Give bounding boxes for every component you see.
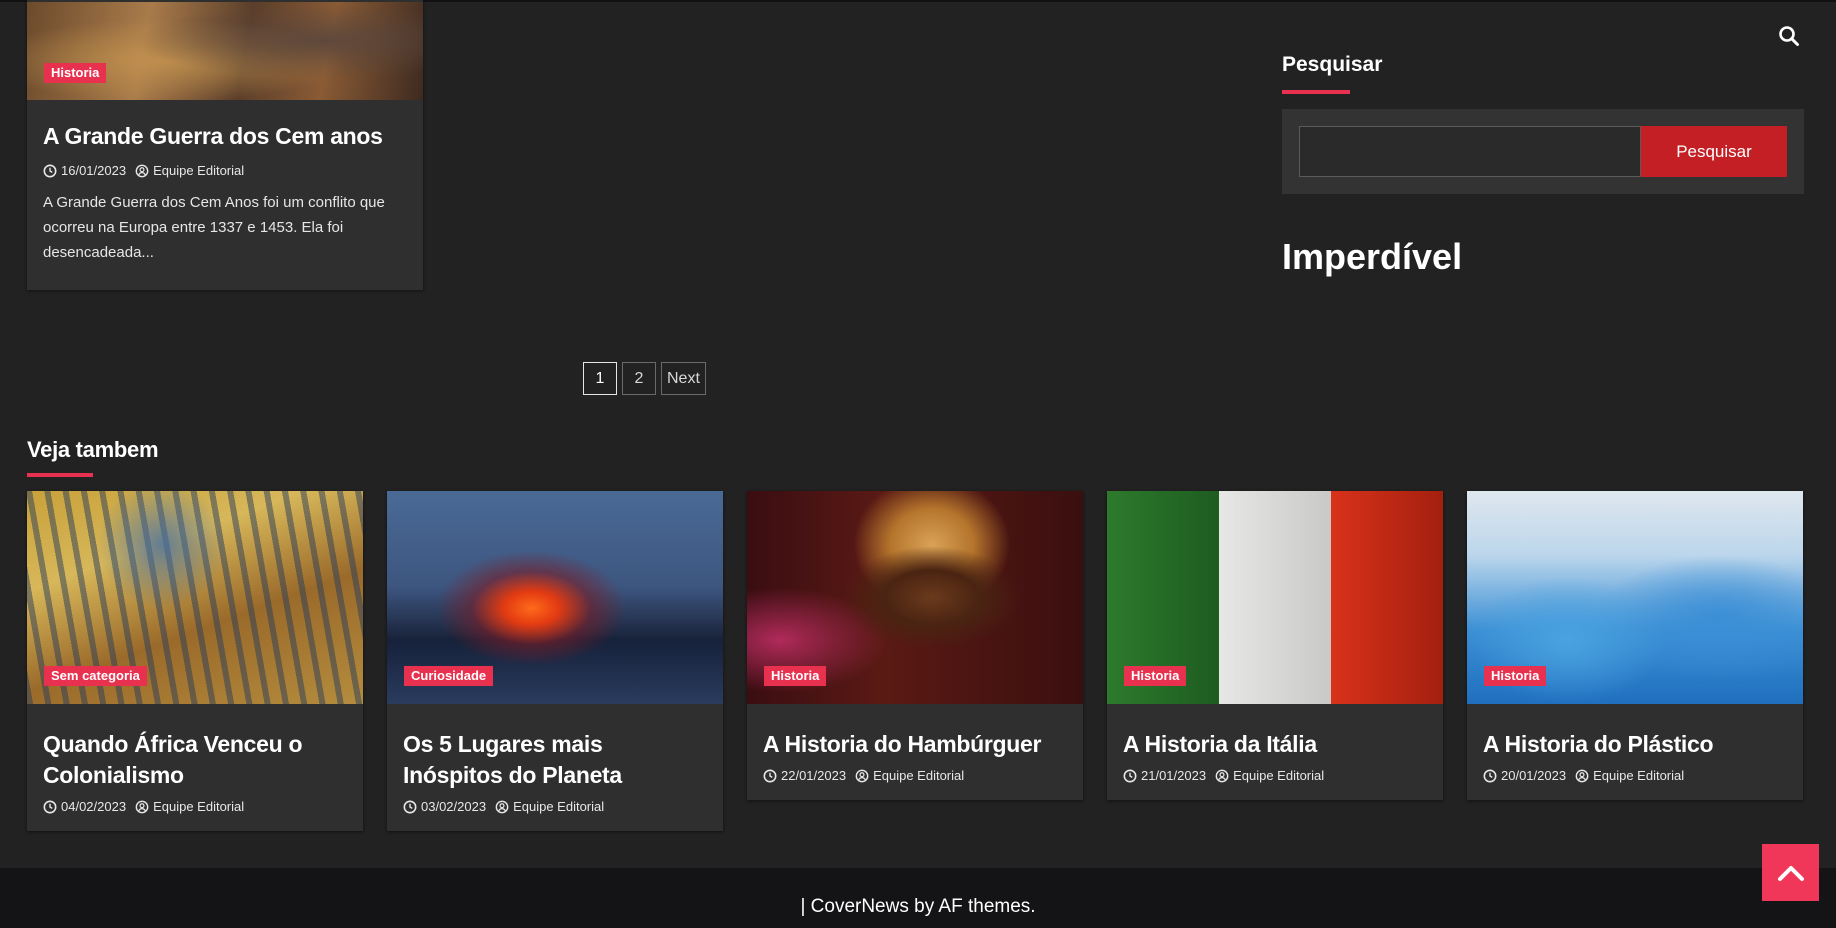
category-badge[interactable]: Historia xyxy=(44,63,107,83)
card-image[interactable]: Curiosidade xyxy=(387,491,723,704)
related-section-title: Veja tambem xyxy=(27,437,159,462)
page-2-link[interactable]: 2 xyxy=(622,362,656,395)
category-badge[interactable]: Historia xyxy=(1484,666,1547,686)
clock-icon xyxy=(43,800,57,814)
card-meta: 22/01/2023 Equipe Editorial xyxy=(747,760,1083,800)
card-image[interactable]: Sem categoria xyxy=(27,491,363,704)
site-footer: | CoverNews by AF themes. xyxy=(0,868,1836,928)
footer-credit[interactable]: | CoverNews by AF themes. xyxy=(0,896,1836,918)
card-date: 04/02/2023 xyxy=(61,799,127,814)
card-date: 20/01/2023 xyxy=(1501,768,1567,783)
clock-icon xyxy=(763,769,777,783)
card-title[interactable]: Os 5 Lugares mais Inóspitos do Planeta xyxy=(387,704,723,791)
page-1-link[interactable]: 1 xyxy=(583,362,617,395)
title-underline xyxy=(27,473,93,477)
imperdivel-heading: Imperdível xyxy=(1282,236,1463,277)
clock-icon xyxy=(43,164,57,178)
card-author[interactable]: Equipe Editorial xyxy=(1233,768,1324,783)
user-icon xyxy=(495,800,509,814)
clock-icon xyxy=(1483,769,1497,783)
related-card[interactable]: Historia A Historia da Itália 21/01/2023… xyxy=(1107,491,1443,800)
user-icon xyxy=(135,800,149,814)
user-icon xyxy=(1575,769,1589,783)
card-title[interactable]: A Historia da Itália xyxy=(1107,704,1443,760)
related-card[interactable]: Sem categoria Quando África Venceu o Col… xyxy=(27,491,363,831)
related-card[interactable]: Historia A Historia do Plástico 20/01/20… xyxy=(1467,491,1803,800)
search-widget: Pesquisar xyxy=(1282,109,1804,194)
card-date: 21/01/2023 xyxy=(1141,768,1207,783)
card-image[interactable]: Historia xyxy=(1467,491,1803,704)
category-badge[interactable]: Historia xyxy=(764,666,827,686)
card-title[interactable]: Quando África Venceu o Colonialismo xyxy=(27,704,363,791)
category-badge[interactable]: Curiosidade xyxy=(404,666,494,686)
next-page-link[interactable]: Next xyxy=(661,362,706,395)
post-date: 16/01/2023 xyxy=(61,163,127,178)
user-icon xyxy=(855,769,869,783)
card-meta: 21/01/2023 Equipe Editorial xyxy=(1107,760,1443,800)
card-date: 22/01/2023 xyxy=(781,768,847,783)
related-card[interactable]: Historia A Historia do Hambúrguer 22/01/… xyxy=(747,491,1083,800)
related-card[interactable]: Curiosidade Os 5 Lugares mais Inóspitos … xyxy=(387,491,723,831)
post-author[interactable]: Equipe Editorial xyxy=(153,163,244,178)
category-badge[interactable]: Historia xyxy=(1124,666,1187,686)
post-thumbnail[interactable] xyxy=(27,2,423,100)
card-image[interactable]: Historia xyxy=(747,491,1083,704)
title-underline xyxy=(1282,90,1350,94)
pagination: 1 2 Next xyxy=(583,362,706,395)
clock-icon xyxy=(403,800,417,814)
post-meta: 16/01/2023 Equipe Editorial xyxy=(43,163,244,178)
card-author[interactable]: Equipe Editorial xyxy=(873,768,964,783)
user-icon xyxy=(135,164,149,178)
card-author[interactable]: Equipe Editorial xyxy=(513,799,604,814)
post-excerpt: A Grande Guerra dos Cem Anos foi um conf… xyxy=(43,194,385,261)
search-widget-title: Pesquisar xyxy=(1282,53,1383,76)
card-meta: 20/01/2023 Equipe Editorial xyxy=(1467,760,1803,800)
category-badge[interactable]: Sem categoria xyxy=(44,666,147,686)
card-author[interactable]: Equipe Editorial xyxy=(1593,768,1684,783)
chevron-up-icon xyxy=(1777,865,1804,881)
card-title[interactable]: A Historia do Hambúrguer xyxy=(747,704,1083,760)
card-date: 03/02/2023 xyxy=(421,799,487,814)
post-title[interactable]: A Grande Guerra dos Cem anos xyxy=(43,123,403,150)
search-icon[interactable] xyxy=(1778,25,1800,47)
main-post-card[interactable]: Historia A Grande Guerra dos Cem anos 16… xyxy=(27,0,423,290)
card-author[interactable]: Equipe Editorial xyxy=(153,799,244,814)
user-icon xyxy=(1215,769,1229,783)
clock-icon xyxy=(1123,769,1137,783)
scroll-to-top-button[interactable] xyxy=(1762,844,1819,901)
card-image[interactable]: Historia xyxy=(1107,491,1443,704)
search-input[interactable] xyxy=(1299,126,1641,177)
search-button[interactable]: Pesquisar xyxy=(1641,126,1787,177)
card-meta: 03/02/2023 Equipe Editorial xyxy=(387,791,723,831)
card-meta: 04/02/2023 Equipe Editorial xyxy=(27,791,363,831)
card-title[interactable]: A Historia do Plástico xyxy=(1467,704,1803,760)
